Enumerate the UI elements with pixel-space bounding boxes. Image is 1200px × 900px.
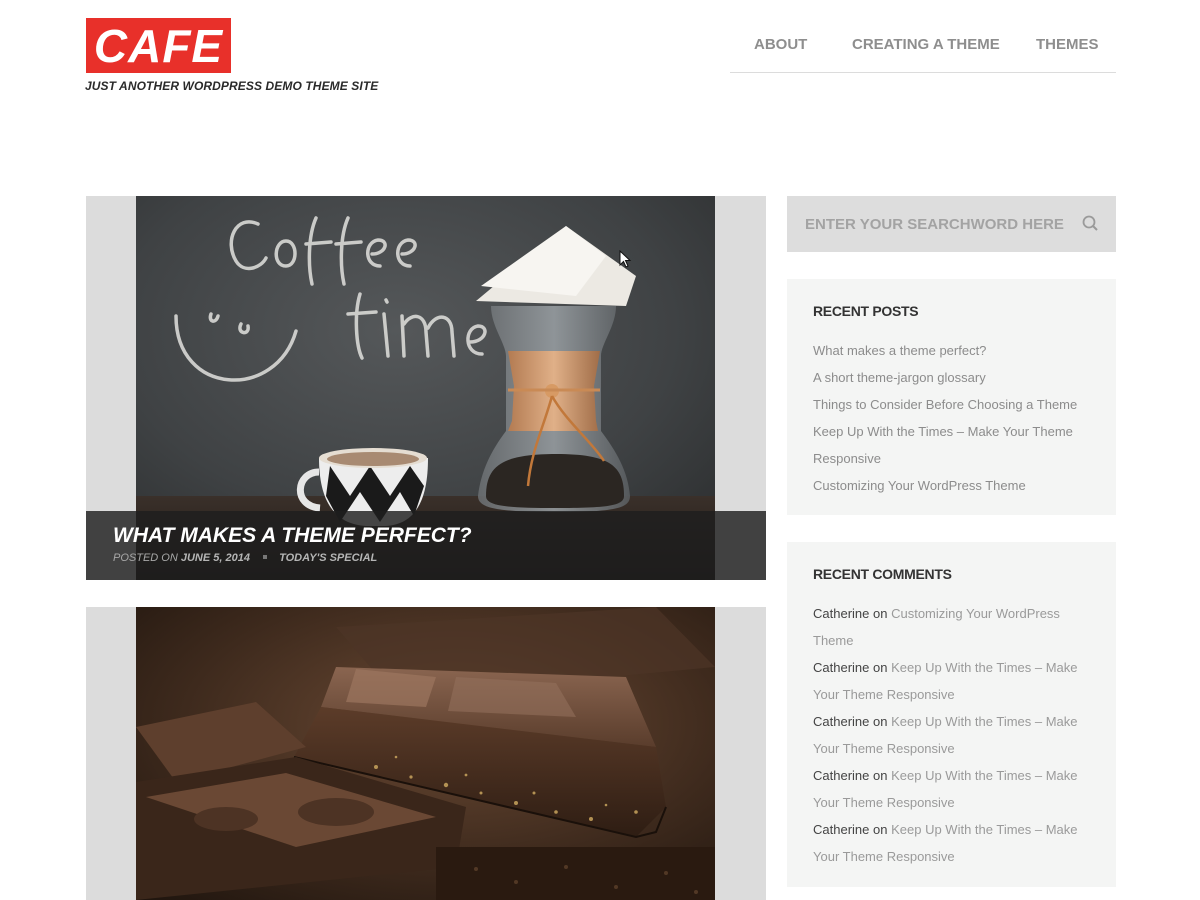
nav-item-about[interactable]: ABOUT xyxy=(754,36,807,53)
widget-title: RECENT COMMENTS xyxy=(813,566,952,582)
search-icon[interactable] xyxy=(1080,213,1102,235)
list-item: Keep Up With the Times – Make Your Theme… xyxy=(813,418,1093,472)
comment-author: Catherine xyxy=(813,768,870,783)
main-navigation: ABOUT CREATING A THEME THEMES xyxy=(730,22,1116,73)
list-item: Catherine on Keep Up With the Times – Ma… xyxy=(813,654,1093,708)
comment-author: Catherine xyxy=(813,822,870,837)
comment-author: Catherine xyxy=(813,660,870,675)
recent-post-link[interactable]: A short theme-jargon glossary xyxy=(813,370,986,385)
recent-post-link[interactable]: Customizing Your WordPress Theme xyxy=(813,478,1026,493)
recent-comments-widget: RECENT COMMENTS Catherine on Customizing… xyxy=(787,542,1116,887)
nav-item-themes[interactable]: THEMES xyxy=(1036,36,1099,53)
comment-on-word: on xyxy=(873,714,888,729)
comment-on-word: on xyxy=(873,660,888,675)
list-item: What makes a theme perfect? xyxy=(813,337,1093,364)
widget-title: RECENT POSTS xyxy=(813,303,919,319)
list-item: Catherine on Customizing Your WordPress … xyxy=(813,600,1093,654)
nav-item-creating-a-theme[interactable]: CREATING A THEME xyxy=(852,36,1000,53)
recent-posts-list: What makes a theme perfect? A short them… xyxy=(813,337,1093,499)
post-category[interactable]: TODAY'S SPECIAL xyxy=(279,552,377,564)
post-card: WHAT MAKES A THEME PERFECT? POSTED ON JU… xyxy=(86,196,766,580)
post-date[interactable]: JUNE 5, 2014 xyxy=(181,552,250,564)
list-item: Things to Consider Before Choosing a The… xyxy=(813,391,1093,418)
recent-post-link[interactable]: Keep Up With the Times – Make Your Theme… xyxy=(813,424,1073,466)
list-item: Catherine on Keep Up With the Times – Ma… xyxy=(813,816,1093,870)
list-item: Catherine on Keep Up With the Times – Ma… xyxy=(813,762,1093,816)
comment-on-word: on xyxy=(873,822,888,837)
search-form xyxy=(787,196,1116,252)
recent-post-link[interactable]: What makes a theme perfect? xyxy=(813,343,986,358)
list-item: Customizing Your WordPress Theme xyxy=(813,472,1093,499)
recent-comments-list: Catherine on Customizing Your WordPress … xyxy=(813,600,1093,870)
post-featured-image[interactable] xyxy=(136,607,715,900)
posted-on-label: POSTED ON xyxy=(113,552,178,564)
comment-on-word: on xyxy=(873,606,888,621)
meta-separator xyxy=(263,555,268,560)
list-item: Catherine on Keep Up With the Times – Ma… xyxy=(813,708,1093,762)
search-input[interactable] xyxy=(787,196,1067,252)
post-meta: POSTED ON JUNE 5, 2014 TODAY'S SPECIAL xyxy=(113,552,377,564)
list-item: A short theme-jargon glossary xyxy=(813,364,1093,391)
recent-post-link[interactable]: Things to Consider Before Choosing a The… xyxy=(813,397,1077,412)
comment-on-word: on xyxy=(873,768,888,783)
post-title[interactable]: WHAT MAKES A THEME PERFECT? xyxy=(113,524,472,548)
comment-author: Catherine xyxy=(813,714,870,729)
post-caption: WHAT MAKES A THEME PERFECT? POSTED ON JU… xyxy=(86,511,766,580)
site-tagline: JUST ANOTHER WORDPRESS DEMO THEME SITE xyxy=(85,79,379,93)
comment-author: Catherine xyxy=(813,606,870,621)
recent-posts-widget: RECENT POSTS What makes a theme perfect?… xyxy=(787,279,1116,515)
logo-text: CAFE xyxy=(93,19,224,72)
site-logo[interactable]: CAFE xyxy=(86,18,231,73)
post-card xyxy=(86,607,766,900)
mouse-cursor-icon xyxy=(619,250,632,268)
